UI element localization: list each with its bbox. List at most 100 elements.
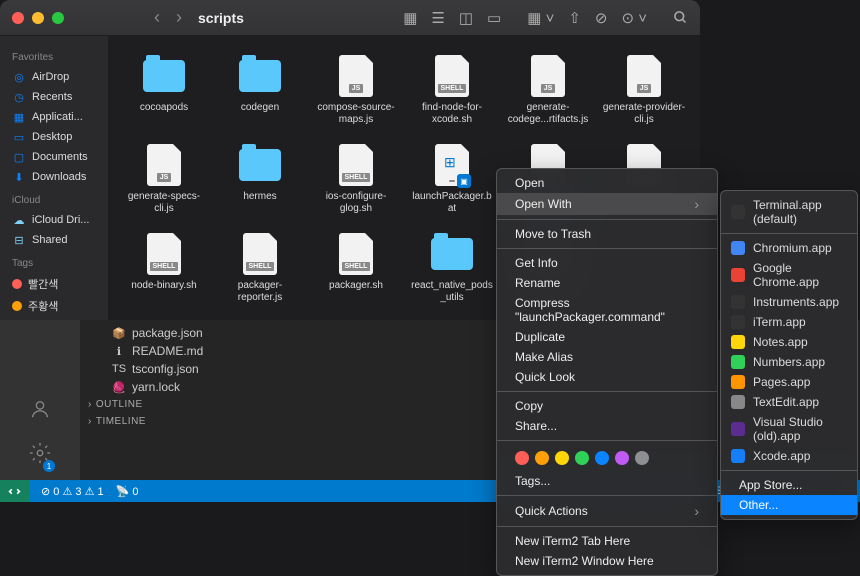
sidebar-item-airdrop[interactable]: ◎AirDrop — [6, 67, 102, 87]
app-visual-studio-old-app[interactable]: Visual Studio (old).app — [721, 412, 857, 446]
remote-button[interactable] — [0, 480, 29, 502]
group-button[interactable]: ▦ ˅ — [527, 9, 554, 27]
app-icon — [731, 355, 745, 369]
more-icon[interactable]: ⊙ ˅ — [622, 9, 648, 27]
file-name: cocoapods — [137, 101, 191, 115]
app-textedit-app[interactable]: TextEdit.app — [721, 392, 857, 412]
app-chromium-app[interactable]: Chromium.app — [721, 238, 857, 258]
menu-compress-launchpackager-command-[interactable]: Compress "launchPackager.command" — [497, 293, 717, 327]
menu-open-with[interactable]: Open With — [497, 193, 717, 215]
cloud-icon: ☁ — [12, 213, 26, 227]
maximize-button[interactable] — [52, 12, 64, 24]
app-notes-app[interactable]: Notes.app — [721, 332, 857, 352]
separator — [497, 219, 717, 220]
file-name: ios-configure-glog.sh — [311, 190, 401, 216]
file-item[interactable]: JSgenerate-codege...rtifacts.js — [500, 48, 596, 133]
file-item[interactable]: JSgenerate-provider-cli.js — [596, 48, 692, 133]
file-item[interactable]: hermes — [212, 137, 308, 222]
app-iterm-app[interactable]: iTerm.app — [721, 312, 857, 332]
file-item[interactable]: SHELLfind-node-for-xcode.sh — [404, 48, 500, 133]
file-item[interactable]: SHELL ios-configure-glog.sh — [308, 137, 404, 222]
menu-tags-[interactable]: Tags... — [497, 471, 717, 491]
gallery-view-button[interactable]: ▭ — [487, 9, 501, 27]
file-item[interactable]: SHELLpackager.sh — [308, 226, 404, 311]
file-item[interactable]: JSgenerate-specs-cli.js — [116, 137, 212, 222]
menu-app-store-[interactable]: App Store... — [721, 475, 857, 495]
document-icon: SHELL — [339, 144, 373, 186]
sidebar-item-icloud dri...[interactable]: ☁iCloud Dri... — [6, 210, 102, 230]
sidebar-item-downloads[interactable]: ⬇Downloads — [6, 167, 102, 187]
file-item[interactable]: react_native_pods_utils — [404, 226, 500, 311]
menu-open[interactable]: Open — [497, 173, 717, 193]
sidebar-item-applicati...[interactable]: ▦Applicati... — [6, 107, 102, 127]
open-with-menu: Terminal.app (default) Chromium.appGoogl… — [720, 190, 858, 520]
account-icon[interactable] — [29, 398, 51, 426]
app-pages-app[interactable]: Pages.app — [721, 372, 857, 392]
menu-move-to-trash[interactable]: Move to Trash — [497, 224, 717, 244]
app-icon — [731, 241, 745, 255]
menu-new-iterm-tab-here[interactable]: New iTerm2 Tab Here — [497, 531, 717, 551]
forward-button[interactable]: › — [176, 7, 182, 28]
app-instruments-app[interactable]: Instruments.app — [721, 292, 857, 312]
sidebar-item-recents[interactable]: ◷Recents — [6, 87, 102, 107]
file-item[interactable]: JScompose-source-maps.js — [308, 48, 404, 133]
search-icon[interactable] — [673, 10, 688, 25]
folder-icon — [239, 60, 281, 92]
folder-icon — [239, 149, 281, 181]
back-button[interactable]: ‹ — [154, 7, 160, 28]
column-view-button[interactable]: ◫ — [459, 9, 473, 27]
tag-item[interactable]: 주황색 — [6, 295, 102, 317]
file-item[interactable]: SHELLnode-binary.sh — [116, 226, 212, 311]
sidebar-item-shared[interactable]: ⊟Shared — [6, 230, 102, 250]
app-xcode-app[interactable]: Xcode.app — [721, 446, 857, 466]
radio-status[interactable]: 📡 0 — [116, 485, 139, 498]
list-view-button[interactable]: ☰ — [431, 9, 444, 27]
separator — [497, 248, 717, 249]
nav-arrows: ‹ › — [154, 7, 182, 28]
file-item[interactable]: SHELLpackager-reporter.js — [212, 226, 308, 311]
sidebar-item-desktop[interactable]: ▭Desktop — [6, 127, 102, 147]
menu-new-iterm-window-here[interactable]: New iTerm2 Window Here — [497, 551, 717, 571]
menu-share-[interactable]: Share... — [497, 416, 717, 436]
app-google-chrome-app[interactable]: Google Chrome.app — [721, 258, 857, 292]
file-item[interactable]: ⊞▣launchPackager.bat — [404, 137, 500, 222]
apps-icon: ▦ — [12, 110, 26, 124]
icon-view-button[interactable]: ▦ — [403, 9, 417, 27]
file-name: generate-specs-cli.js — [119, 190, 209, 216]
sidebar-item-documents[interactable]: ▢Documents — [6, 147, 102, 167]
icloud-header: iCloud — [6, 191, 102, 210]
app-terminal-default[interactable]: Terminal.app (default) — [721, 195, 857, 229]
tag-color[interactable] — [595, 451, 609, 465]
menu-other-[interactable]: Other... — [721, 495, 857, 515]
menu-quick-actions[interactable]: Quick Actions — [497, 500, 717, 522]
vscode-badge-icon: ▣ — [457, 174, 471, 188]
doc-icon: ▢ — [12, 150, 26, 164]
tag-color[interactable] — [515, 451, 529, 465]
menu-quick-look[interactable]: Quick Look — [497, 367, 717, 387]
separator — [497, 495, 717, 496]
app-icon — [731, 295, 745, 309]
menu-make-alias[interactable]: Make Alias — [497, 347, 717, 367]
menu-rename[interactable]: Rename — [497, 273, 717, 293]
file-item[interactable]: cocoapods — [116, 48, 212, 133]
errors-status[interactable]: ⊘ 0 ⚠ 3 ⚠ 1 — [41, 485, 104, 498]
tag-color[interactable] — [615, 451, 629, 465]
tag-color[interactable] — [575, 451, 589, 465]
minimize-button[interactable] — [32, 12, 44, 24]
file-icon: ℹ — [112, 344, 126, 358]
tag-color[interactable] — [535, 451, 549, 465]
file-name: packager.sh — [326, 279, 386, 293]
file-item[interactable]: codegen — [212, 48, 308, 133]
menu-duplicate[interactable]: Duplicate — [497, 327, 717, 347]
app-numbers-app[interactable]: Numbers.app — [721, 352, 857, 372]
tag-color[interactable] — [555, 451, 569, 465]
settings-icon[interactable]: 1 — [29, 442, 51, 470]
menu-copy[interactable]: Copy — [497, 396, 717, 416]
tag-item[interactable]: 빨간색 — [6, 273, 102, 295]
close-button[interactable] — [12, 12, 24, 24]
share-icon[interactable]: ⇧ — [568, 9, 581, 27]
menu-get-info[interactable]: Get Info — [497, 253, 717, 273]
tag-color[interactable] — [635, 451, 649, 465]
download-icon: ⬇ — [12, 170, 26, 184]
tag-icon[interactable]: ⊘ — [595, 9, 608, 27]
